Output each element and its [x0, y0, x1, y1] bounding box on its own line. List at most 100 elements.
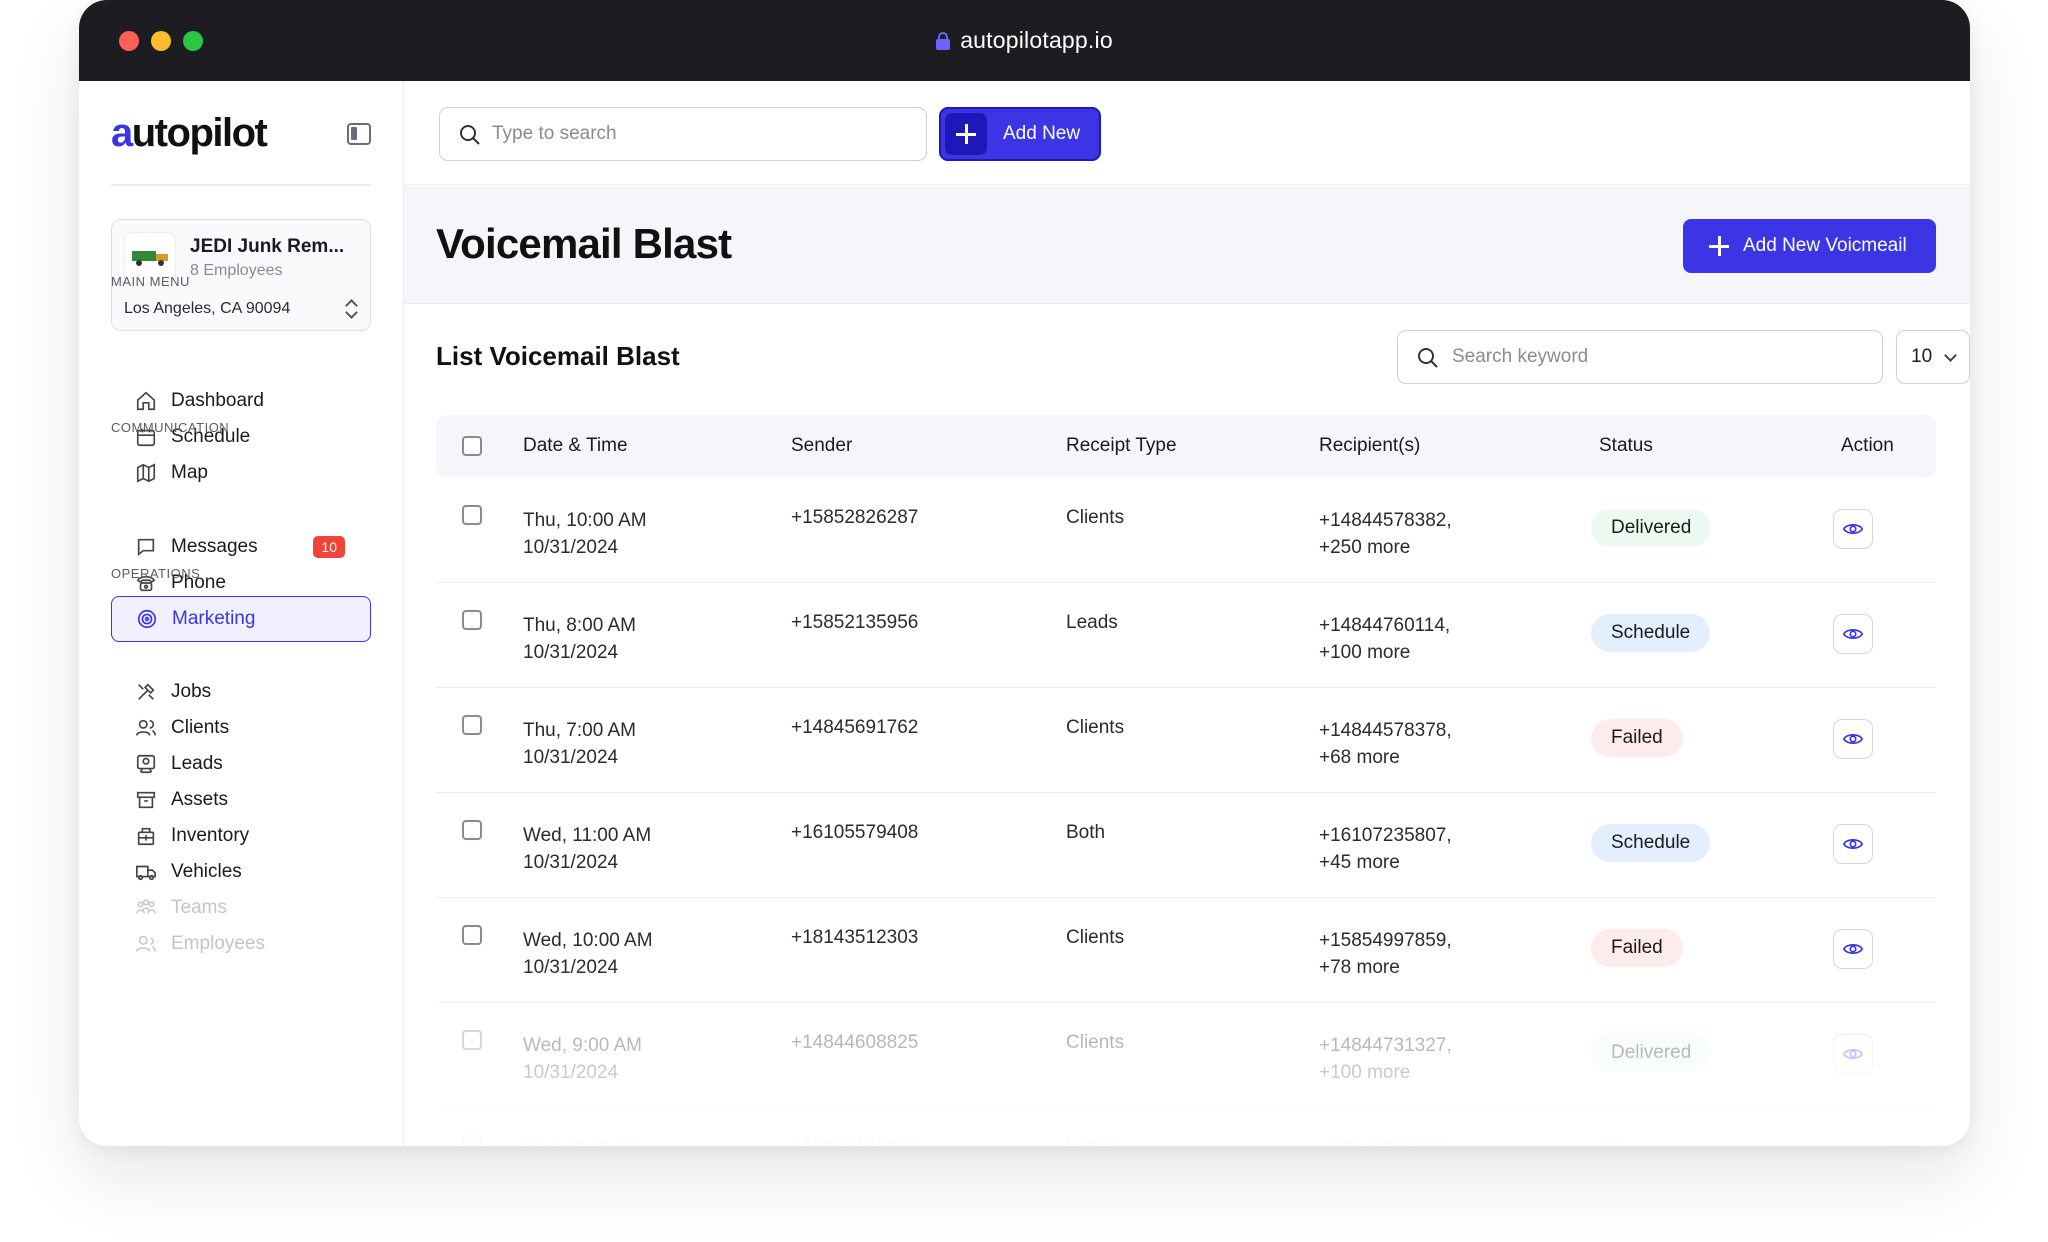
column-header-recipients[interactable]: Recipient(s)	[1319, 435, 1420, 457]
row-sender: +18143512303	[791, 927, 919, 948]
table-row[interactable]: Thu, 10:00 AM 10/31/2024 +15852826287 Clien…	[436, 478, 1936, 583]
view-button[interactable]	[1833, 509, 1873, 549]
select-all-checkbox[interactable]	[462, 436, 482, 456]
table-row[interactable]: Thu, 7:00 AM 10/31/2024 +14845691762 Client…	[436, 688, 1936, 793]
target-icon	[136, 608, 158, 630]
global-search-input[interactable]: Type to search	[439, 107, 927, 161]
autopilot-logo[interactable]: autopilot	[111, 111, 268, 156]
row-receipt-type: Clients	[1066, 507, 1125, 528]
row-date-time: Thu, 10:00 AM 10/31/2024	[523, 510, 647, 558]
column-header-date[interactable]: Date & Time	[523, 435, 628, 457]
row-checkbox[interactable]	[462, 610, 482, 630]
row-sender: +14844608825	[791, 1032, 919, 1053]
row-checkbox[interactable]	[462, 1135, 482, 1146]
row-date-time: Wed, 9:00 AM 10/31/2024	[523, 1035, 642, 1083]
row-recipients: +14844760114, +100 more	[1319, 615, 1451, 663]
section-operations: OPERATIONS	[111, 566, 201, 581]
sidebar-item-label: Clients	[171, 717, 230, 738]
row-date-time: Thu, 7:00 AM 10/31/2024	[523, 720, 637, 768]
status-badge: Schedule	[1591, 614, 1711, 652]
global-search-placeholder: Type to search	[492, 123, 617, 144]
sidebar-item-label: Dashboard	[171, 390, 264, 411]
sidebar-collapse-icon[interactable]	[347, 123, 371, 145]
row-receipt-type: Clients	[1066, 717, 1125, 738]
inventory-icon	[135, 825, 157, 847]
address-bar[interactable]: autopilotapp.io	[79, 0, 1970, 81]
table-row[interactable]: Wed, 7:00 AM +15853161950 Leads +1814351144…	[436, 1108, 1936, 1146]
row-checkbox[interactable]	[462, 820, 482, 840]
sidebar-item-label: Teams	[171, 897, 227, 918]
home-icon	[135, 390, 157, 412]
map-icon	[135, 462, 157, 484]
column-header-receipt-type[interactable]: Receipt Type	[1066, 435, 1177, 457]
truck-icon	[135, 861, 157, 883]
company-location: Los Angeles, CA 90094	[124, 300, 291, 317]
sidebar-item-label: Inventory	[171, 825, 250, 846]
status-badge: Failed	[1591, 719, 1683, 757]
section-main-menu: MAIN MENU	[111, 274, 190, 289]
table-row[interactable]: Wed, 10:00 AM 10/31/2024 +18143512303 Clien…	[436, 898, 1936, 1003]
column-header-sender[interactable]: Sender	[791, 435, 852, 457]
row-recipients: +14844731327, +100 more	[1319, 1035, 1452, 1083]
archive-icon	[135, 789, 157, 811]
row-recipients: +18143511440	[1319, 1137, 1445, 1146]
add-new-button[interactable]: Add New	[939, 107, 1101, 161]
add-new-voicemail-button[interactable]: Add New Voicmeail	[1683, 219, 1936, 273]
column-header-action: Action	[1841, 435, 1894, 456]
browser-titlebar: autopilotapp.io	[79, 0, 1970, 81]
row-sender: +15852826287	[791, 507, 919, 528]
sidebar-item-map[interactable]: Map	[111, 450, 371, 496]
tools-icon	[135, 681, 157, 703]
sidebar-item-label: Leads	[171, 753, 223, 774]
row-receipt-type: Leads	[1066, 1134, 1118, 1146]
row-sender: +16105579408	[791, 822, 919, 843]
row-sender: +15853161950	[791, 1134, 918, 1146]
table-row[interactable]: Wed, 9:00 AM 10/31/2024 +14844608825 Client…	[436, 1003, 1936, 1108]
status-badge: Schedule	[1591, 824, 1711, 862]
url-text: autopilotapp.io	[960, 27, 1113, 53]
column-header-status[interactable]: Status	[1599, 435, 1653, 457]
keyword-search-input[interactable]: Search keyword	[1397, 330, 1883, 384]
view-button[interactable]	[1833, 824, 1873, 864]
rows-per-page-select[interactable]: 10	[1896, 330, 1970, 384]
company-name: JEDI Junk Rem...	[190, 236, 345, 257]
add-new-label: Add New	[1003, 123, 1081, 144]
status-badge: Delivered	[1591, 1034, 1712, 1072]
table-row[interactable]: Thu, 8:00 AM 10/31/2024 +15852135956 Leads +…	[436, 583, 1936, 688]
section-communication: COMMUNICATION	[111, 420, 230, 435]
sidebar-item-marketing[interactable]: Marketing	[111, 596, 371, 642]
messages-count-badge: 10	[313, 536, 345, 558]
row-recipients: +14844578378, +68 more	[1319, 720, 1452, 768]
row-date-time: Wed, 11:00 AM 10/31/2024	[523, 825, 652, 873]
view-button[interactable]	[1833, 929, 1873, 969]
users-icon	[135, 717, 157, 739]
sidebar-item-employees[interactable]: Employees	[111, 921, 371, 967]
row-receipt-type: Clients	[1066, 927, 1125, 948]
truck-logo-icon	[132, 251, 168, 266]
view-button[interactable]	[1833, 1034, 1873, 1074]
message-icon	[135, 536, 157, 558]
sidebar-item-label: Map	[171, 462, 208, 483]
sidebar-item-label: Marketing	[172, 608, 256, 629]
row-recipients: +14844578382, +250 more	[1319, 510, 1452, 558]
eye-icon	[1842, 623, 1864, 645]
sidebar-item-label: Employees	[171, 933, 265, 954]
view-button[interactable]	[1833, 1139, 1873, 1146]
row-checkbox[interactable]	[462, 925, 482, 945]
row-receipt-type: Clients	[1066, 1032, 1125, 1053]
row-checkbox[interactable]	[462, 505, 482, 525]
rows-per-page-value: 10	[1911, 346, 1933, 367]
top-bar: Type to search Add New	[404, 81, 1970, 185]
row-date-time: Thu, 8:00 AM 10/31/2024	[523, 615, 637, 663]
eye-icon	[1842, 518, 1864, 540]
keyword-search-placeholder: Search keyword	[1452, 346, 1589, 367]
row-recipients: +15854997859, +78 more	[1319, 930, 1452, 978]
view-button[interactable]	[1833, 719, 1873, 759]
plus-icon	[945, 113, 987, 155]
row-checkbox[interactable]	[462, 715, 482, 735]
sidebar: autopilot JEDI Junk Rem... 8 Employees L…	[79, 81, 404, 1146]
row-checkbox[interactable]	[462, 1030, 482, 1050]
view-button[interactable]	[1833, 614, 1873, 654]
lock-icon	[936, 31, 951, 50]
table-row[interactable]: Wed, 11:00 AM 10/31/2024 +16105579408 Both +…	[436, 793, 1936, 898]
